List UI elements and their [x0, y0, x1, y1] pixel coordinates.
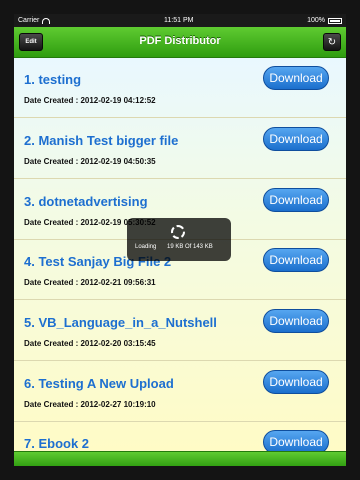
loading-label: Loading	[135, 244, 157, 250]
ipad-device: Carrier 11:51 PM 100% Edit PDF Distribut…	[0, 0, 360, 480]
loading-progress: 19 KB Of 143 KB	[167, 244, 213, 250]
download-button[interactable]: Download	[263, 309, 329, 333]
file-row: 6. Testing A New Upload Date Created : 2…	[14, 362, 346, 422]
download-button[interactable]: Download	[263, 188, 329, 212]
download-button[interactable]: Download	[263, 430, 329, 451]
file-row: 2. Manish Test bigger file Date Created …	[14, 119, 346, 179]
file-row: 1. testing Date Created : 2012-02-19 04:…	[14, 58, 346, 118]
file-title: 3. dotnetadvertising	[24, 194, 148, 209]
carrier-label: Carrier	[18, 17, 40, 24]
file-date: Date Created : 2012-02-27 10:19:10	[24, 400, 156, 409]
file-title: 7. Ebook 2	[24, 436, 90, 451]
battery-icon	[328, 17, 342, 24]
file-title: 1. testing	[24, 72, 82, 87]
refresh-icon: ↻	[327, 36, 337, 48]
status-bar: Carrier 11:51 PM 100%	[14, 14, 346, 27]
refresh-button[interactable]: ↻	[323, 33, 341, 51]
bottom-toolbar	[14, 451, 346, 466]
navigation-bar: Edit PDF Distributor ↻	[14, 27, 346, 58]
spinner-icon	[171, 225, 185, 239]
battery-percent: 100%	[307, 17, 325, 24]
file-date: Date Created : 2012-02-19 04:50:35	[24, 157, 156, 166]
file-row: 7. Ebook 2 Download	[14, 422, 346, 451]
screen: Carrier 11:51 PM 100% Edit PDF Distribut…	[14, 14, 346, 466]
status-time: 11:51 PM	[164, 17, 194, 24]
file-title: 5. VB_Language_in_a_Nutshell	[24, 315, 217, 330]
file-date: Date Created : 2012-02-21 09:56:31	[24, 278, 156, 287]
file-title: 2. Manish Test bigger file	[24, 133, 179, 148]
file-title: 6. Testing A New Upload	[24, 376, 174, 391]
wifi-icon	[42, 17, 51, 24]
page-title: PDF Distributor	[139, 35, 221, 47]
loading-overlay: Loading 19 KB Of 143 KB	[127, 218, 231, 261]
download-button[interactable]: Download	[263, 370, 329, 394]
download-button[interactable]: Download	[263, 248, 329, 272]
file-row: 5. VB_Language_in_a_Nutshell Date Create…	[14, 301, 346, 361]
file-date: Date Created : 2012-02-20 03:15:45	[24, 339, 156, 348]
file-date: Date Created : 2012-02-19 04:12:52	[24, 96, 156, 105]
download-button[interactable]: Download	[263, 127, 329, 151]
download-button[interactable]: Download	[263, 66, 329, 90]
